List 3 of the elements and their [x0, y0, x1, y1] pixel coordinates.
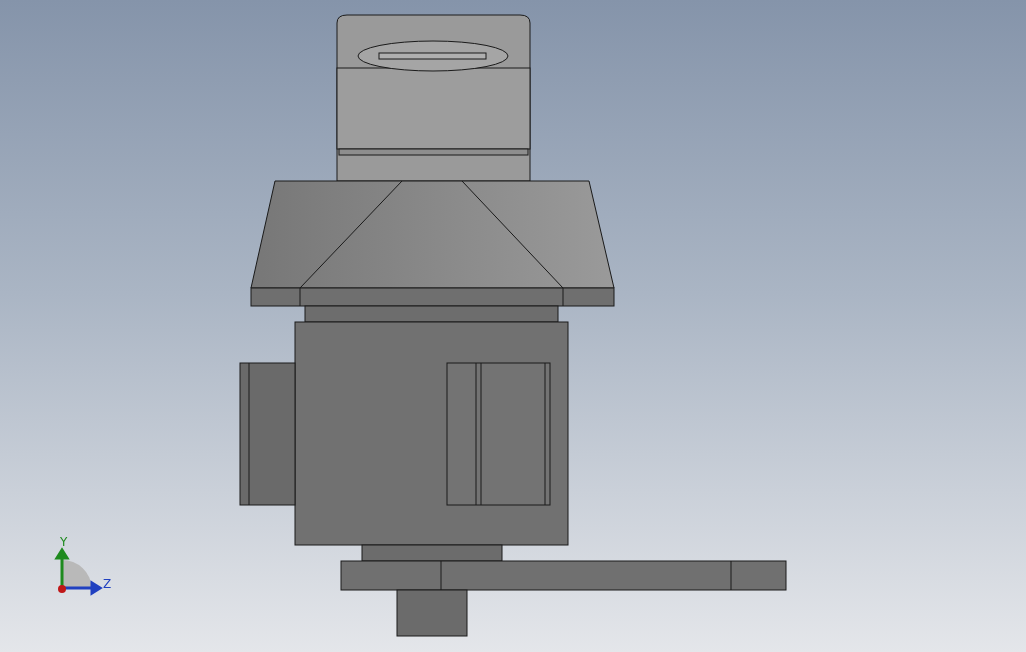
axis-label: Y	[60, 535, 68, 549]
axis-label: Z	[103, 577, 112, 591]
axis-triad-drawing	[55, 547, 103, 595]
